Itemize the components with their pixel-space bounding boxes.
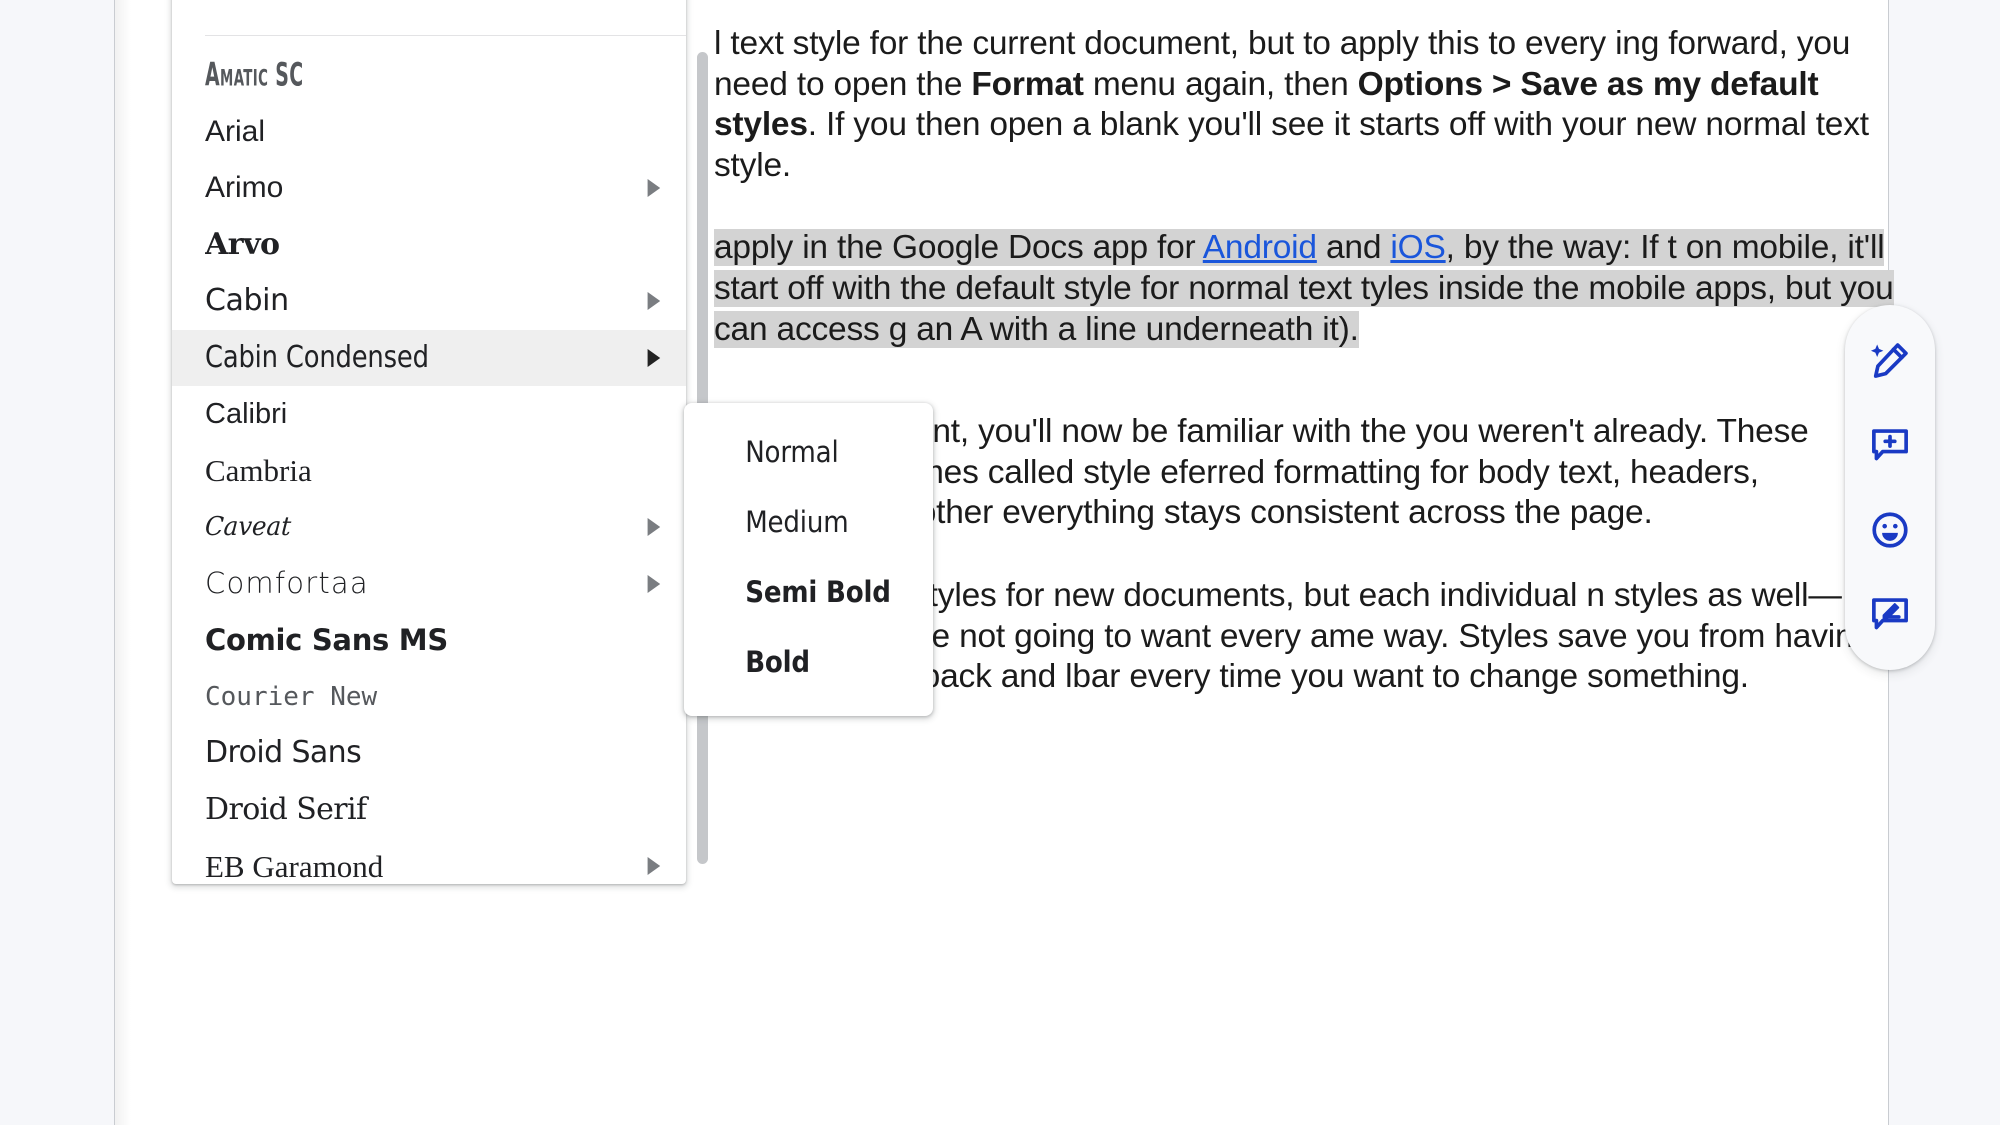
submenu-arrow-icon	[642, 348, 664, 367]
font-menu-item[interactable]: Cambria	[172, 443, 686, 500]
document-run: apply in the Google Docs app for	[714, 229, 1203, 267]
font-menu-item-label: Cambria	[205, 455, 312, 487]
font-menu-item[interactable]: Arial	[172, 104, 686, 161]
add-comment-icon	[1868, 423, 1912, 467]
document-run: g an A with a line underneath it).	[888, 310, 1359, 348]
font-menu-item-label: Arial	[205, 116, 266, 147]
font-menu-item-label: Arimo	[205, 173, 284, 204]
submenu-arrow-icon	[642, 179, 664, 198]
document-paragraph: l text style for the current document, b…	[714, 24, 1894, 186]
menu-clipped-item-above	[208, 0, 216, 6]
font-menu-item[interactable]: Caveat	[172, 499, 686, 556]
font-menu-item[interactable]: Droid Sans	[172, 725, 686, 782]
submenu-arrow-icon	[642, 857, 664, 876]
font-menu-item-label: Caveat	[204, 514, 292, 541]
submenu-arrow-icon	[642, 518, 664, 537]
font-menu-item-label: Droid Serif	[205, 794, 367, 825]
floating-side-toolbar[interactable]	[1845, 305, 1935, 670]
document-link[interactable]: Android	[1202, 229, 1317, 267]
add-comment-button[interactable]	[1859, 414, 1921, 476]
font-weight-item[interactable]: Normal	[684, 417, 908, 487]
font-menu-item-label: Comic Sans MS	[205, 625, 448, 655]
font-menu-item[interactable]: Amatic SC	[172, 47, 686, 104]
font-menu-item-label: Arvo	[205, 229, 280, 260]
font-menu-item[interactable]: Arimo	[172, 160, 686, 217]
emoji-reaction-icon	[1868, 508, 1912, 552]
menu-divider	[205, 35, 686, 36]
suggest-edit-button[interactable]	[1859, 583, 1921, 645]
font-menu-item[interactable]: Comic Sans MS	[172, 612, 686, 669]
font-menu-item[interactable]: Cabin Condensed	[172, 329, 686, 386]
document-run: and	[1316, 229, 1391, 267]
suggest-edit-icon	[1868, 592, 1912, 636]
document-run: . If you then open a blank	[807, 106, 1188, 144]
document-run: menu again, then	[1083, 65, 1358, 103]
document-run: everything stays consistent across the p…	[1002, 494, 1653, 532]
screen: l text style for the current document, b…	[0, 0, 2000, 1125]
font-menu-item[interactable]: Courier New	[172, 669, 686, 726]
document-run: lbar every time you want to change somet…	[1065, 658, 1749, 696]
emoji-reaction-button[interactable]	[1859, 499, 1921, 561]
font-menu-item[interactable]: Droid Serif	[172, 782, 686, 839]
font-weight-item[interactable]: Medium	[684, 487, 908, 557]
font-menu-item[interactable]: Calibri	[172, 386, 686, 443]
document-run: , by the way: If	[1445, 229, 1668, 267]
document-run: l text style for the current document, b…	[714, 25, 1616, 62]
font-menu-item-label: Droid Sans	[205, 738, 362, 769]
magic-pencil-icon	[1868, 339, 1912, 383]
submenu-arrow-icon	[642, 292, 664, 311]
submenu-arrow-icon	[642, 574, 664, 593]
font-weight-item[interactable]: Semi Bold	[684, 557, 908, 627]
document-link[interactable]: iOS	[1390, 229, 1446, 267]
font-weight-item[interactable]: Bold	[684, 627, 908, 697]
font-menu-item[interactable]: EB Garamond	[172, 838, 686, 884]
ai-write-button[interactable]	[1859, 330, 1921, 392]
font-menu-item-label: Calibri	[205, 399, 288, 429]
font-family-menu[interactable]: Amatic SC Arial Arimo Arvo Cabin Cabin Conden…	[172, 0, 686, 884]
font-weight-submenu[interactable]: Normal Medium Semi Bold Bold	[684, 403, 933, 716]
font-menu-item-label: EB Garamond	[205, 850, 384, 882]
font-menu-item-label: Courier New	[205, 683, 378, 710]
font-menu-item[interactable]: Cabin	[172, 273, 686, 330]
font-menu-item-label: Cabin Condensed	[205, 342, 429, 373]
font-menu-item-label: Comfortaa	[205, 569, 369, 599]
font-menu-item[interactable]: Arvo	[172, 217, 686, 274]
font-menu-item[interactable]: Comfortaa	[172, 556, 686, 613]
document-bold-run: Format	[971, 65, 1084, 103]
font-list[interactable]: Amatic SC Arial Arimo Arvo Cabin Cabin Conden…	[172, 47, 686, 884]
font-menu-item-label: Amatic SC	[205, 59, 304, 92]
document-paragraph: apply in the Google Docs app for Android…	[714, 228, 1894, 350]
font-menu-item-label: Cabin	[205, 286, 289, 317]
